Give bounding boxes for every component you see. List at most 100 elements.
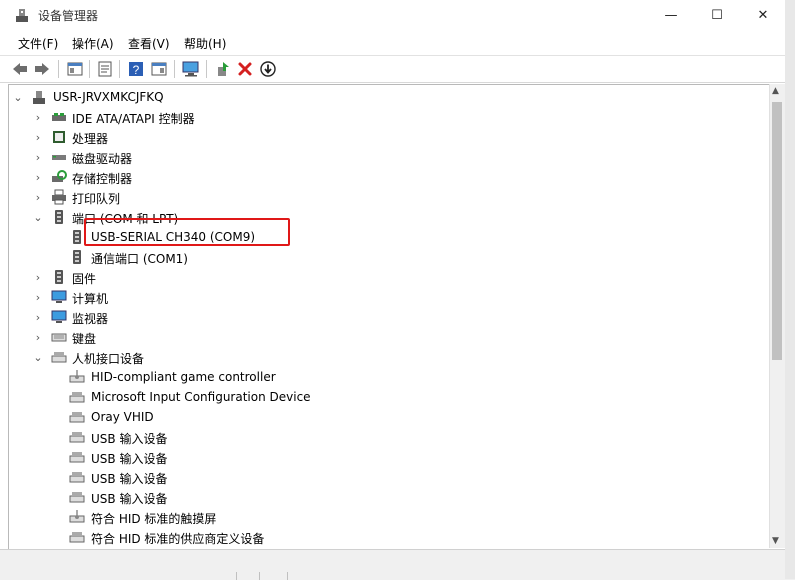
chevron-right-icon[interactable]: › xyxy=(33,127,43,147)
port-device-icon xyxy=(73,230,81,244)
tree-device-label: Microsoft Input Configuration Device xyxy=(91,390,311,404)
menu-help[interactable]: 帮助(H) xyxy=(184,35,226,52)
svg-text:?: ? xyxy=(133,63,140,77)
chevron-right-icon[interactable]: › xyxy=(33,187,43,207)
scroll-down-arrow-icon[interactable]: ▼ xyxy=(772,536,779,546)
tree-node-keyboards[interactable]: › 键盘 xyxy=(9,327,769,347)
status-bar xyxy=(0,549,785,580)
scroll-up-arrow-icon[interactable]: ▲ xyxy=(772,86,779,96)
hid-device-icon xyxy=(69,432,85,443)
tree-device-usb-input[interactable]: USB 输入设备 xyxy=(9,447,769,467)
tree-device-usb-input[interactable]: USB 输入设备 xyxy=(9,427,769,447)
close-button[interactable]: ✕ xyxy=(740,0,786,30)
tree-device-label: 符合 HID 标准的供应商定义设备 xyxy=(91,532,265,546)
hid-device-icon xyxy=(69,452,85,463)
computer-icon xyxy=(51,290,67,303)
hid-device-icon xyxy=(69,532,85,543)
chevron-down-icon[interactable]: ⌄ xyxy=(33,347,43,367)
tree-node-label: IDE ATA/ATAPI 控制器 xyxy=(72,112,195,126)
tree-device-label: USB 输入设备 xyxy=(91,432,168,446)
chevron-down-icon[interactable]: ⌄ xyxy=(33,207,43,227)
minimize-button[interactable]: — xyxy=(648,0,694,30)
tree-node-label: 打印队列 xyxy=(72,192,121,206)
chevron-right-icon[interactable]: › xyxy=(33,287,43,307)
device-manager-app-icon xyxy=(16,9,28,22)
maximize-button[interactable]: ☐ xyxy=(694,0,740,30)
disable-button[interactable] xyxy=(259,60,277,78)
tree-device-label: HID-compliant game controller xyxy=(91,370,276,384)
back-button[interactable] xyxy=(11,60,29,78)
tree-device-label: 符合 HID 标准的触摸屏 xyxy=(91,512,217,526)
tree-device-hid-touchscreen[interactable]: 符合 HID 标准的触摸屏 xyxy=(9,507,769,527)
disk-drive-icon xyxy=(52,155,66,160)
keyboard-icon xyxy=(51,333,67,342)
menu-file[interactable]: 文件(F) xyxy=(18,35,58,52)
toolbar-separator xyxy=(206,60,207,78)
tree-device-com1[interactable]: 通信端口 (COM1) xyxy=(9,247,769,267)
scan-hardware-button[interactable] xyxy=(182,60,200,78)
toolbar-separator xyxy=(119,60,120,78)
action-pane-button[interactable] xyxy=(150,60,168,78)
background-window xyxy=(785,0,795,579)
hid-device-icon xyxy=(69,370,85,383)
console-tree-button[interactable] xyxy=(66,60,84,78)
hid-device-icon xyxy=(69,472,85,483)
firmware-icon xyxy=(55,270,63,284)
tree-device-hid-vendor[interactable]: 符合 HID 标准的供应商定义设备 xyxy=(9,527,769,547)
tree-device-usb-input[interactable]: USB 输入设备 xyxy=(9,467,769,487)
tree-device-ms-input-config[interactable]: Microsoft Input Configuration Device xyxy=(9,387,769,407)
minimize-icon: — xyxy=(664,7,678,23)
chevron-right-icon[interactable]: › xyxy=(33,147,43,167)
maximize-icon: ☐ xyxy=(711,7,723,23)
chevron-right-icon[interactable]: › xyxy=(33,107,43,127)
tree-node-computer[interactable]: › 计算机 xyxy=(9,287,769,307)
tree-node-hid[interactable]: ⌄ 人机接口设备 xyxy=(9,347,769,367)
chevron-right-icon[interactable]: › xyxy=(33,307,43,327)
scrollbar-thumb[interactable] xyxy=(772,102,782,360)
tree-device-oray-vhid[interactable]: Oray VHID xyxy=(9,407,769,427)
tree-node-print-queues[interactable]: › 打印队列 xyxy=(9,187,769,207)
back-icon xyxy=(13,63,27,75)
window-title: 设备管理器 xyxy=(38,9,99,23)
chevron-right-icon[interactable]: › xyxy=(33,267,43,287)
tree-node-monitors[interactable]: › 监视器 xyxy=(9,307,769,327)
update-driver-button[interactable] xyxy=(214,60,232,78)
hid-device-icon xyxy=(69,412,85,423)
tree-node-label: 存储控制器 xyxy=(72,172,133,186)
device-manager-window: 设备管理器 — ☐ ✕ 文件(F) 操作(A) 查看(V) 帮助(H) ? ⌄ … xyxy=(0,0,786,580)
help-button[interactable]: ? xyxy=(127,60,145,78)
menu-action[interactable]: 操作(A) xyxy=(72,35,114,52)
tree-node-label: 计算机 xyxy=(72,292,109,306)
action-pane-icon xyxy=(151,62,167,76)
tree-node-disk-drives[interactable]: › 磁盘驱动器 xyxy=(9,147,769,167)
tree-node-firmware[interactable]: › 固件 xyxy=(9,267,769,287)
tree-node-ide-controllers[interactable]: › IDE ATA/ATAPI 控制器 xyxy=(9,107,769,127)
properties-button[interactable] xyxy=(96,60,114,78)
disable-icon xyxy=(260,61,276,77)
computer-tower-icon xyxy=(33,91,45,104)
tree-device-label: USB 输入设备 xyxy=(91,452,168,466)
storage-controller-icon xyxy=(52,170,67,182)
highlight-box xyxy=(84,218,290,246)
update-driver-icon xyxy=(218,62,229,76)
chevron-right-icon[interactable]: › xyxy=(33,327,43,347)
tree-device-usb-input[interactable]: USB 输入设备 xyxy=(9,487,769,507)
tree-node-label: 处理器 xyxy=(72,132,109,146)
tree-root[interactable]: ⌄ USR-JRVXMKCJFKQ xyxy=(9,87,769,107)
tree-device-hid-game-controller[interactable]: HID-compliant game controller xyxy=(9,367,769,387)
tree-node-label: 人机接口设备 xyxy=(72,352,145,366)
uninstall-button[interactable] xyxy=(236,60,254,78)
menu-view[interactable]: 查看(V) xyxy=(128,35,170,52)
tree-node-label: 磁盘驱动器 xyxy=(72,152,133,166)
tree-device-label: USB 输入设备 xyxy=(91,492,168,506)
ide-controller-icon xyxy=(52,113,66,121)
chevron-right-icon[interactable]: › xyxy=(33,167,43,187)
tree-node-storage-controllers[interactable]: › 存储控制器 xyxy=(9,167,769,187)
forward-button[interactable] xyxy=(33,60,51,78)
tree-root-label: USR-JRVXMKCJFKQ xyxy=(53,90,164,104)
hid-device-icon xyxy=(69,510,85,523)
close-icon: ✕ xyxy=(757,7,769,23)
tree-node-processors[interactable]: › 处理器 xyxy=(9,127,769,147)
show-hide-console-tree-icon xyxy=(67,62,83,76)
chevron-down-icon[interactable]: ⌄ xyxy=(13,87,23,107)
